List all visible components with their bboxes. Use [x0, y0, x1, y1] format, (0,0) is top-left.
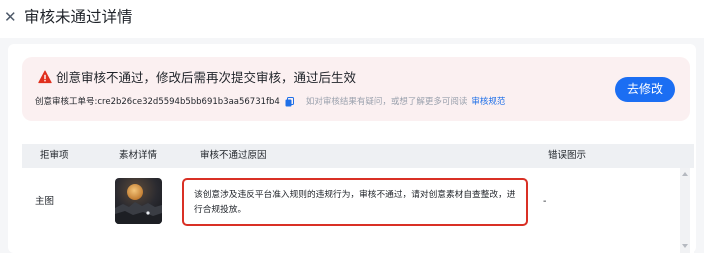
alert-title: 创意审核不通过，修改后需再次提交审核，通过后生效 [56, 70, 357, 85]
header-rejection-reason: 审核不通过原因 [200, 150, 267, 161]
ticket-id: cre2b26ce32d5594b5bb691b3aa56731fb4 [97, 97, 280, 107]
header-error-illustration: 错误图示 [548, 150, 587, 161]
moon-night-scenery-image [115, 178, 162, 224]
dialog-header: ✕ 审核未通过详情 [0, 0, 704, 38]
review-rules-link[interactable]: 审核规范 [471, 96, 505, 108]
row-error-image: - [543, 196, 547, 207]
warning-triangle-icon [38, 70, 52, 84]
material-thumbnail[interactable] [115, 178, 162, 224]
help-hint: 如对审核结果有疑问，或想了解更多可阅读 [305, 97, 468, 107]
scroll-down-icon[interactable] [682, 244, 688, 248]
go-modify-button[interactable]: 去修改 [615, 77, 675, 102]
rejection-alert [22, 57, 690, 121]
copy-icon[interactable] [285, 97, 294, 107]
close-icon[interactable]: ✕ [4, 8, 17, 26]
header-material-details: 素材详情 [119, 150, 158, 161]
row-item: 主图 [35, 196, 55, 207]
dialog-title: 审核未通过详情 [24, 8, 133, 26]
table-header: 拒审项 素材详情 审核不通过原因 错误图示 [22, 144, 694, 168]
rejection-reason-box: 该创意涉及违反平台准入规则的违规行为，审核不通过，请对创意素材自查整改，进行合规… [182, 178, 528, 226]
ticket-line: 创意审核工单号: cre2b26ce32d5594b5bb691b3aa5673… [35, 96, 505, 108]
vertical-scrollbar[interactable] [680, 168, 690, 253]
scroll-up-icon[interactable] [682, 172, 688, 176]
rejection-reason-text: 该创意涉及违反平台准入规则的违规行为，审核不通过，请对创意素材自查整改，进行合规… [194, 190, 516, 215]
header-rejected-item: 拒审项 [40, 150, 69, 161]
ticket-label: 创意审核工单号: [35, 97, 98, 107]
